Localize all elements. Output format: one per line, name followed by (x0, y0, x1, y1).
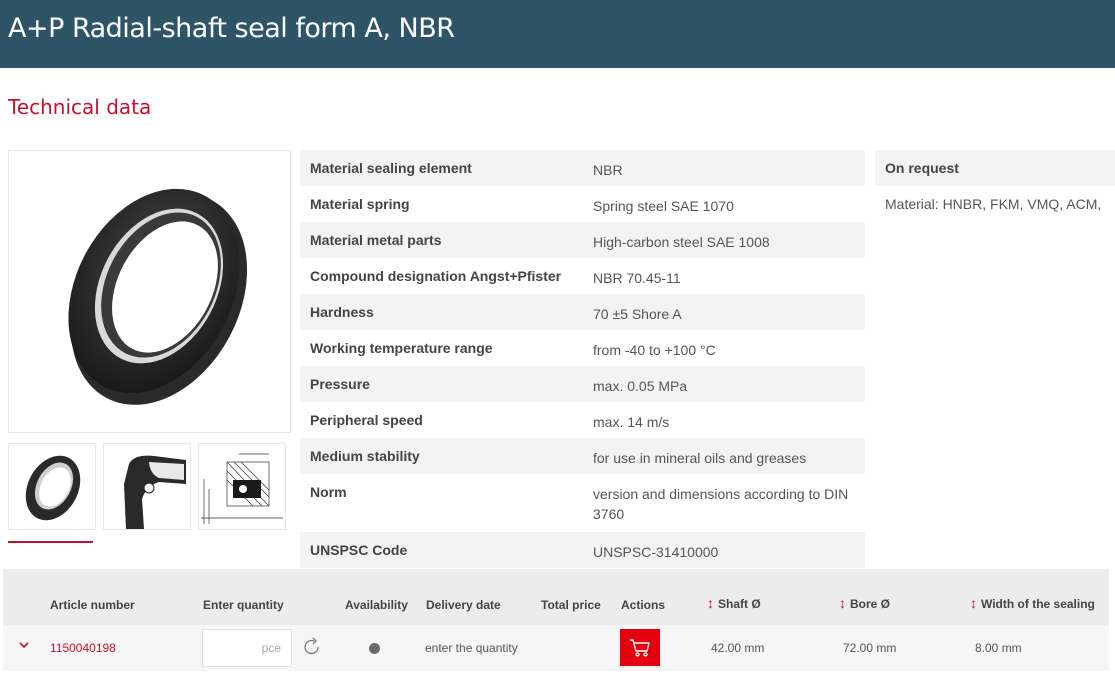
spec-value: NBR (593, 162, 623, 178)
delivery-date-text: enter the quantity (425, 641, 518, 655)
article-table-header: Article number Enter quantity Availabili… (3, 569, 1109, 625)
active-thumbnail-indicator (8, 541, 93, 543)
spec-key: Pressure (310, 376, 370, 392)
spec-key: UNSPSC Code (310, 542, 408, 558)
spec-key: Compound designation Angst+Pfister (310, 268, 562, 284)
spec-row: Medium stability for use in mineral oils… (300, 438, 865, 474)
spec-row: Peripheral speed max. 14 m/s (300, 402, 865, 438)
thumbnail-technical-drawing[interactable] (198, 443, 286, 530)
spec-value: NBR 70.45-11 (593, 270, 681, 286)
availability-indicator-icon (369, 643, 380, 654)
spec-row: Material sealing element NBR (300, 150, 865, 186)
col-shaft-label: Shaft Ø (718, 597, 761, 611)
spec-value: High-carbon steel SAE 1008 (593, 234, 770, 250)
spec-row: Norm version and dimensions according to… (300, 474, 865, 532)
spec-key: Material spring (310, 196, 410, 212)
spec-value: 70 ±5 Shore A (593, 306, 682, 322)
add-to-cart-button[interactable] (620, 629, 660, 666)
spec-value: Spring steel SAE 1070 (593, 198, 734, 214)
on-request-text: Material: HNBR, FKM, VMQ, ACM, (885, 196, 1102, 212)
col-width-label: Width of the sealing (981, 597, 1095, 611)
on-request-panel: On request Material: HNBR, FKM, VMQ, ACM… (875, 150, 1115, 212)
on-request-title: On request (875, 150, 1115, 186)
spec-value: from -40 to +100 °C (593, 342, 716, 358)
thumbnail-cross-section[interactable] (103, 443, 191, 530)
spec-value: version and dimensions according to DIN … (593, 486, 849, 522)
spec-key: Material sealing element (310, 160, 472, 176)
col-total-price: Total price (541, 598, 601, 612)
spec-row: Material metal parts High-carbon steel S… (300, 222, 865, 258)
section-title: Technical data (8, 95, 152, 119)
spec-row: Pressure max. 0.05 MPa (300, 366, 865, 402)
col-bore-sort[interactable]: ↕ Bore Ø (839, 595, 890, 611)
spec-value: for use in mineral oils and greases (593, 450, 807, 466)
page-header: A+P Radial-shaft seal form A, NBR (0, 0, 1115, 68)
width-value: 8.00 mm (975, 641, 1022, 655)
sort-arrow-icon: ↕ (707, 595, 714, 611)
quantity-input[interactable] (202, 629, 292, 667)
article-number-link[interactable]: 1150040198 (50, 641, 116, 655)
cart-icon (630, 638, 650, 657)
spec-row: Working temperature range from -40 to +1… (300, 330, 865, 366)
spec-key: Medium stability (310, 448, 420, 464)
page-title: A+P Radial-shaft seal form A, NBR (8, 13, 455, 44)
spec-value: max. 14 m/s (593, 414, 670, 430)
col-width-sort[interactable]: ↕ Width of the sealing (970, 595, 1095, 611)
spec-row: Hardness 70 ±5 Shore A (300, 294, 865, 330)
spec-row: UNSPSC Code UNSPSC-31410000 (300, 532, 865, 568)
spec-value: max. 0.05 MPa (593, 378, 688, 394)
refresh-icon[interactable] (301, 636, 323, 658)
expand-chevron-icon[interactable] (18, 638, 30, 653)
col-actions: Actions (621, 598, 666, 612)
spec-key: Norm (310, 484, 347, 500)
thumbnail-front[interactable] (8, 443, 96, 530)
col-availability: Availability (345, 598, 408, 612)
col-delivery-date: Delivery date (426, 598, 501, 612)
sort-arrow-icon: ↕ (970, 595, 977, 611)
sort-arrow-icon: ↕ (839, 595, 846, 611)
technical-data-table: Material sealing element NBR Material sp… (300, 150, 865, 568)
article-row: 1150040198 enter the quantity 42.00 mm 7… (3, 625, 1109, 671)
spec-row: Material spring Spring steel SAE 1070 (300, 186, 865, 222)
shaft-value: 42.00 mm (711, 641, 765, 655)
col-bore-label: Bore Ø (850, 597, 891, 611)
main-product-image (8, 150, 291, 433)
spec-key: Hardness (310, 304, 374, 320)
spec-row: Compound designation Angst+Pfister NBR 7… (300, 258, 865, 294)
col-shaft-sort[interactable]: ↕ Shaft Ø (707, 595, 761, 611)
bore-value: 72.00 mm (843, 641, 897, 655)
col-enter-quantity: Enter quantity (203, 598, 284, 612)
spec-key: Material metal parts (310, 232, 442, 248)
spec-key: Working temperature range (310, 340, 493, 356)
col-article-number: Article number (50, 598, 135, 612)
spec-value: UNSPSC-31410000 (593, 544, 719, 560)
spec-key: Peripheral speed (310, 412, 423, 428)
